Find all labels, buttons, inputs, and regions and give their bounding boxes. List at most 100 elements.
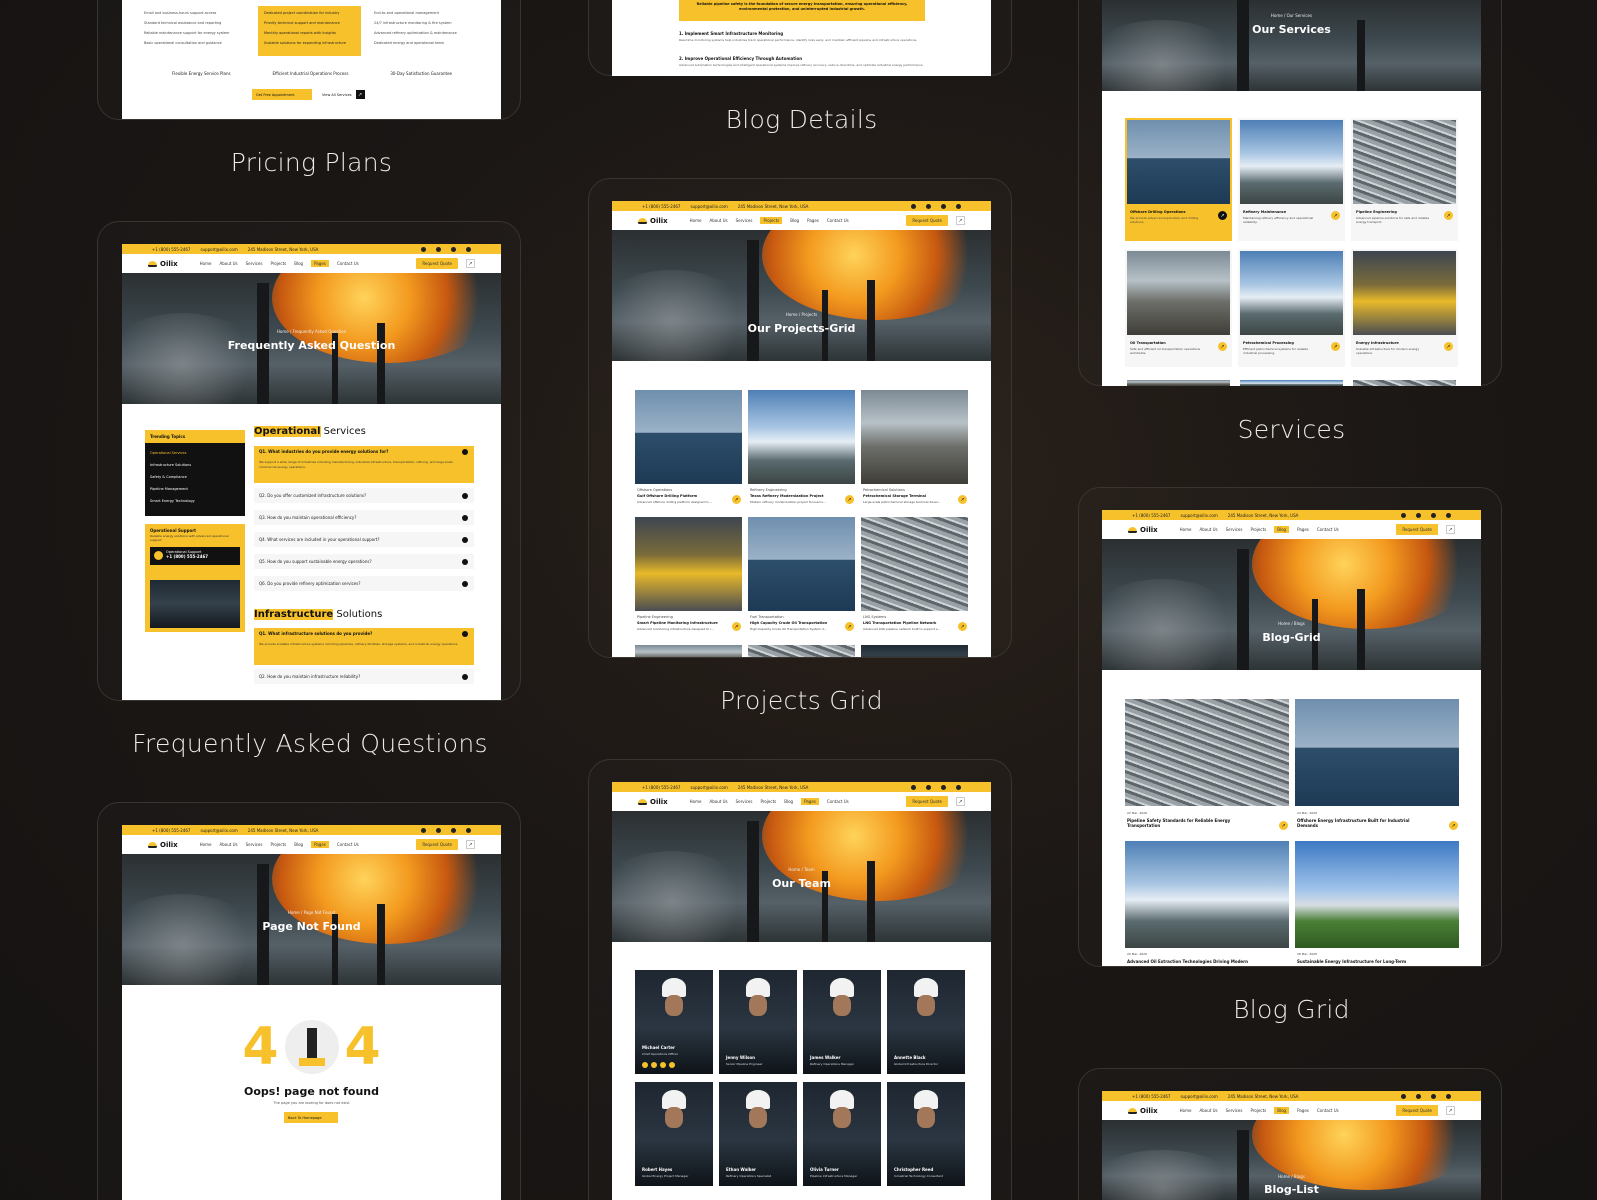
infra-item-open[interactable]: Q1. What infrastructure solutions do you…	[254, 628, 474, 665]
nav-services[interactable]: Services	[1226, 1108, 1243, 1113]
project-image[interactable]	[635, 517, 742, 611]
nav-pages[interactable]: Pages	[311, 260, 329, 267]
x-icon[interactable]	[941, 784, 946, 790]
nav-home[interactable]: Home	[1180, 527, 1192, 532]
topic-item[interactable]: Safety & Compliance	[150, 471, 240, 483]
request-quote-button[interactable]: Request Quote	[1396, 1105, 1438, 1116]
facebook-icon[interactable]	[421, 827, 426, 833]
request-quote-button[interactable]: Request Quote	[906, 796, 948, 807]
team-member-card[interactable]: Olivia Turner Pipeline Infrastructure Man…	[803, 1082, 881, 1186]
nav-contact[interactable]: Contact Us	[1317, 527, 1339, 532]
service-card[interactable]: Petrochemical Processing Efficient petro…	[1238, 249, 1345, 367]
nav-blog[interactable]: Blog	[790, 218, 799, 223]
nav-contact[interactable]: Contact Us	[1317, 1108, 1339, 1113]
arrow-icon[interactable]: ↗	[1218, 342, 1227, 351]
instagram-icon[interactable]	[436, 246, 441, 252]
nav-projects[interactable]: Projects	[1250, 1108, 1266, 1113]
project-image[interactable]	[635, 645, 742, 657]
arrow-icon[interactable]: ↗	[466, 840, 475, 849]
faq-screenshot[interactable]: +1 (800) 555-2467 support@oilix.com 245 …	[122, 244, 501, 700]
plus-icon[interactable]	[462, 673, 468, 680]
team-screenshot[interactable]: +1 (800) 555-2467 support@oilix.com 245 …	[612, 782, 991, 1200]
youtube-icon[interactable]	[1446, 1093, 1451, 1099]
youtube-icon[interactable]	[956, 784, 961, 790]
nav-services[interactable]: Services	[246, 261, 263, 266]
nav-projects[interactable]: Projects	[760, 217, 783, 224]
nav-home[interactable]: Home	[200, 842, 212, 847]
service-card[interactable]: Refinery Maintenance Maintaining refiner…	[1238, 118, 1345, 241]
project-image[interactable]	[748, 645, 855, 657]
project-title[interactable]: Smart Pipeline Monitoring Infrastructure	[637, 621, 718, 625]
nav-contact[interactable]: Contact Us	[337, 261, 359, 266]
notfound-screenshot[interactable]: +1 (800) 555-2467 support@oilix.com 245 …	[122, 825, 501, 1200]
nav-services[interactable]: Services	[246, 842, 263, 847]
nav-projects[interactable]: Projects	[760, 799, 776, 804]
nav-pages[interactable]: Pages	[311, 841, 329, 848]
facebook-icon[interactable]	[911, 784, 916, 790]
plus-icon[interactable]	[462, 492, 468, 499]
nav-home[interactable]: Home	[690, 218, 702, 223]
request-quote-button[interactable]: Request Quote	[1396, 524, 1438, 535]
arrow-icon[interactable]: ↗	[1331, 342, 1340, 351]
nav-about[interactable]: About Us	[219, 842, 237, 847]
nav-about[interactable]: About Us	[1199, 1108, 1217, 1113]
service-card[interactable]: Energy Infrastructure Scalable infrastru…	[1351, 249, 1458, 367]
arrow-icon[interactable]: ↗	[732, 495, 741, 504]
faq-item[interactable]: Q6. Do you provide refinery optimization…	[254, 576, 474, 591]
project-title[interactable]: Texas Refinery Modernization Project	[750, 494, 824, 498]
topic-item[interactable]: Operational Services	[150, 447, 240, 459]
arrow-icon[interactable]: ↗	[956, 797, 965, 806]
facebook-icon[interactable]	[421, 246, 426, 252]
nav-about[interactable]: About Us	[709, 218, 727, 223]
faq-item[interactable]: Q2. Do you offer customized infrastructu…	[254, 488, 474, 503]
blog-image[interactable]	[1125, 699, 1289, 806]
nav-blog[interactable]: Blog	[294, 261, 303, 266]
blog-image[interactable]	[1125, 841, 1289, 948]
plus-icon[interactable]	[462, 558, 468, 565]
x-icon[interactable]	[941, 203, 946, 209]
nav-contact[interactable]: Contact Us	[827, 799, 849, 804]
support-phone-box[interactable]: Operational Support +1 (800) 555-2467	[150, 547, 240, 565]
blog-title[interactable]: Advanced Oil Extraction Technologies Dri…	[1127, 959, 1287, 964]
nav-projects[interactable]: Projects	[1250, 527, 1266, 532]
blog-list-screenshot[interactable]: +1 (800) 555-2467 support@oilix.com 245 …	[1102, 1091, 1481, 1200]
blog-image[interactable]	[1295, 699, 1459, 806]
nav-pages[interactable]: Pages	[1297, 527, 1309, 532]
facebook-icon[interactable]	[642, 1062, 648, 1068]
instagram-icon[interactable]	[1416, 1093, 1421, 1099]
logo[interactable]: Oilix	[1128, 1107, 1158, 1115]
blog-title[interactable]: Sustainable Energy Infrastructure for Lo…	[1297, 959, 1457, 964]
arrow-icon[interactable]: ↗	[1446, 1106, 1455, 1115]
youtube-icon[interactable]	[466, 246, 471, 252]
nav-pages[interactable]: Pages	[801, 798, 819, 805]
minus-icon[interactable]	[462, 631, 468, 637]
project-title[interactable]: Gulf Offshore Drilling Platform	[637, 494, 697, 498]
arrow-icon[interactable]: ↗	[845, 495, 854, 504]
project-image[interactable]	[748, 517, 855, 611]
blog-grid-screenshot[interactable]: +1 (800) 555-2467 support@oilix.com 245 …	[1102, 510, 1481, 966]
project-title[interactable]: High Capacity Crude Oil Transportation	[750, 621, 827, 625]
nav-services[interactable]: Services	[736, 799, 753, 804]
request-quote-button[interactable]: Request Quote	[416, 839, 458, 850]
nav-projects[interactable]: Projects	[270, 842, 286, 847]
arrow-icon[interactable]: ↗	[1446, 525, 1455, 534]
service-card[interactable]: Oil Transportation Safe and efficient oi…	[1125, 249, 1232, 367]
project-title[interactable]: LNG Transportation Pipeline Network	[863, 621, 936, 625]
topic-item[interactable]: Pipeline Management	[150, 483, 240, 495]
x-icon[interactable]	[1431, 512, 1436, 518]
request-quote-button[interactable]: Request Quote	[906, 215, 948, 226]
logo[interactable]: Oilix	[1128, 526, 1158, 534]
topic-item[interactable]: Infrastructure Solutions	[150, 459, 240, 471]
nav-home[interactable]: Home	[200, 261, 212, 266]
youtube-icon[interactable]	[956, 203, 961, 209]
minus-icon[interactable]	[462, 449, 468, 455]
youtube-icon[interactable]	[669, 1062, 675, 1068]
nav-services[interactable]: Services	[736, 218, 753, 223]
blog-title[interactable]: Offshore Energy Infrastructure Built for…	[1297, 818, 1427, 828]
facebook-icon[interactable]	[1401, 1093, 1406, 1099]
project-image[interactable]	[861, 645, 968, 657]
faq-item-open[interactable]: Q1. What industries do you provide energ…	[254, 446, 474, 483]
arrow-icon[interactable]: ↗	[956, 216, 965, 225]
logo[interactable]: Oilix	[148, 841, 178, 849]
view-services-button[interactable]: View All Services ↗	[322, 89, 370, 100]
